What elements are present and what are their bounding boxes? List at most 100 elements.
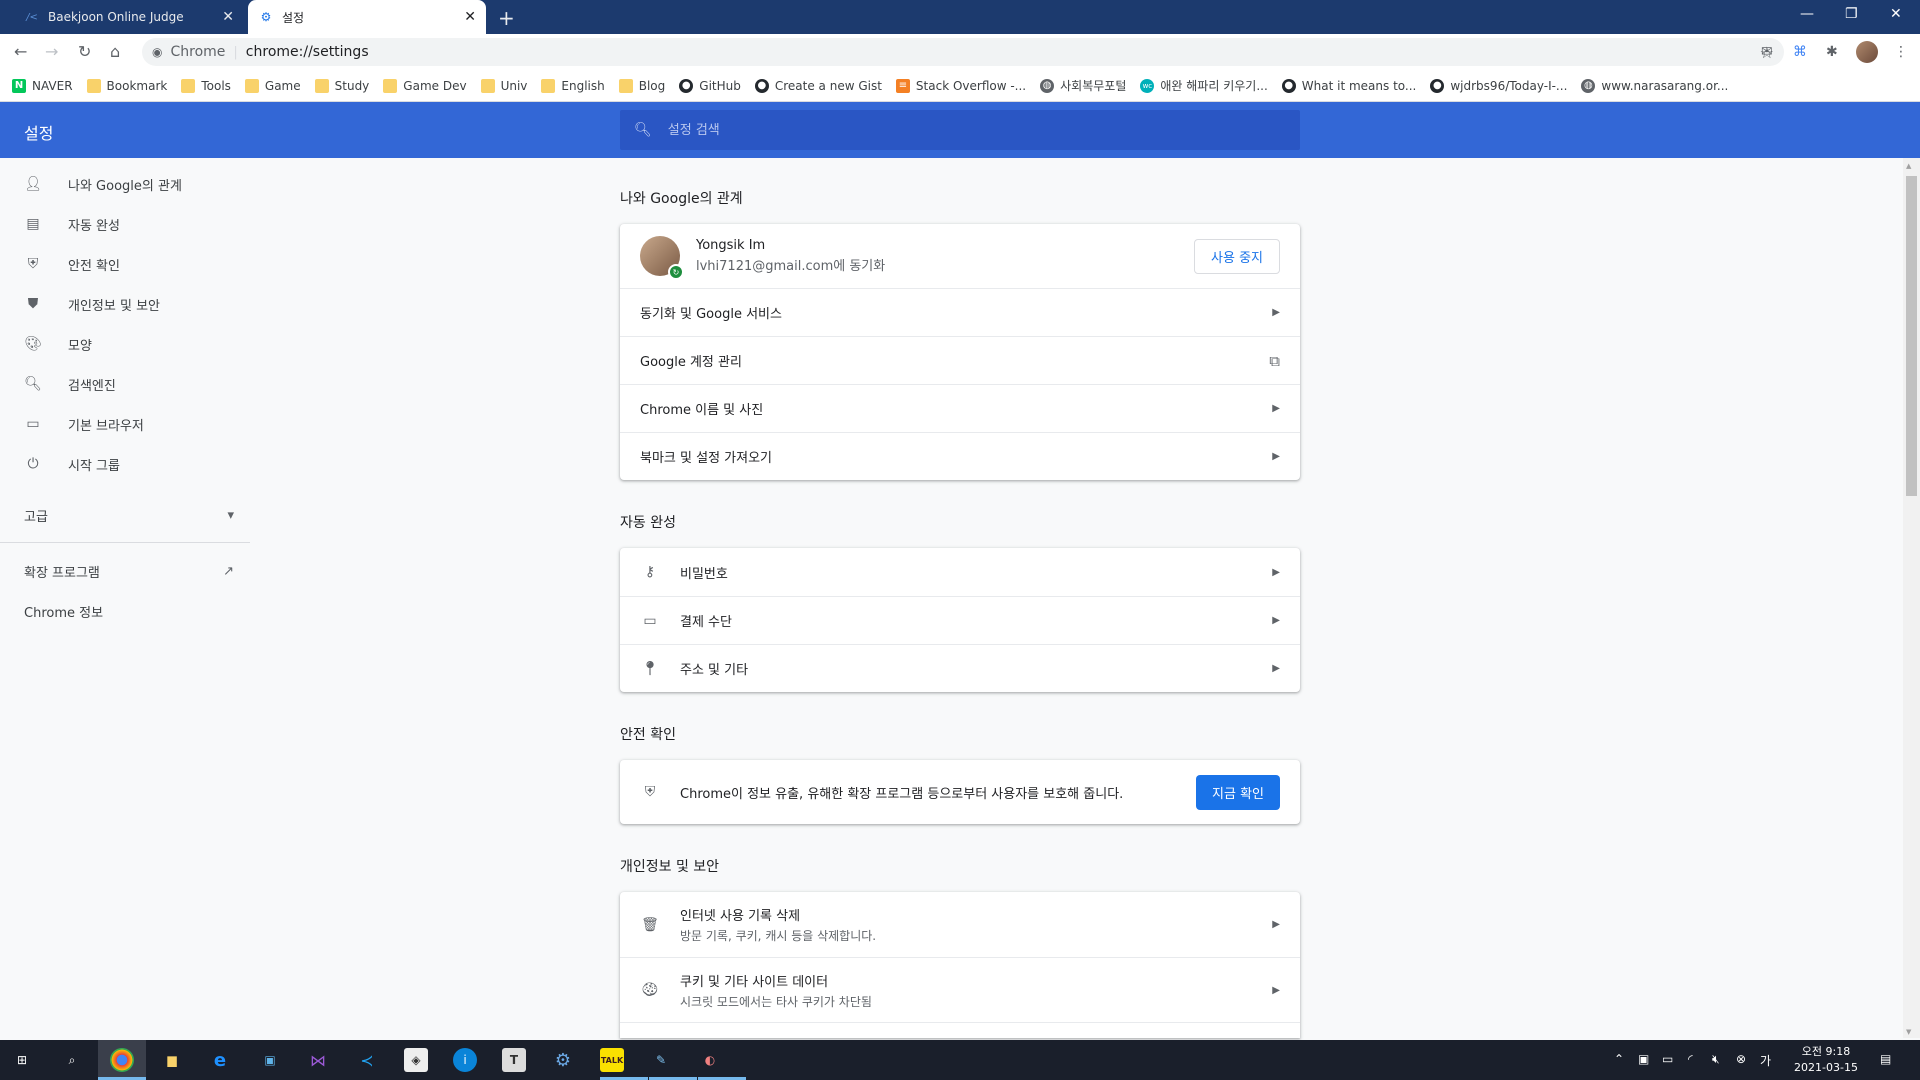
omnibox[interactable]: ◉ Chrome | chrome://settings ☆	[142, 38, 1784, 66]
bookmark-item[interactable]: ◍ www.narasarang.or...	[1581, 78, 1728, 93]
payment-methods-row[interactable]: ▭ 결제 수단 ▶	[620, 596, 1300, 644]
next-privacy-row[interactable]	[620, 1022, 1300, 1038]
url-text[interactable]: chrome://settings	[246, 44, 369, 60]
search-icon[interactable]: ⌕	[60, 1048, 84, 1072]
chrome-secure-icon[interactable]: ◉	[152, 45, 162, 59]
bookmark-label: Game Dev	[403, 78, 467, 93]
translate-icon[interactable]: ⌘	[1793, 44, 1807, 60]
close-circle-icon[interactable]: ⊗	[1736, 1052, 1746, 1066]
puzzle-icon[interactable]: ✱	[1826, 44, 1838, 60]
bookmark-label: Study	[334, 78, 370, 93]
folder-icon	[244, 78, 259, 93]
check-now-button[interactable]: 지금 확인	[1196, 774, 1280, 810]
tab-settings[interactable]: ⚙ 설정 ✕	[248, 0, 486, 34]
bookmark-item[interactable]: Bookmark	[86, 78, 167, 93]
visual-studio-icon[interactable]: ⋈	[306, 1048, 330, 1072]
computer-icon[interactable]: ▣	[258, 1048, 282, 1072]
photo-app-icon[interactable]: ◐	[698, 1048, 722, 1072]
bookmark-item[interactable]: ● What it means to...	[1281, 78, 1416, 93]
notification-icon[interactable]: ▤	[1880, 1052, 1891, 1066]
restore-icon[interactable]: ❐	[1845, 6, 1858, 22]
sidebar-item-privacy[interactable]: ⛊ 개인정보 및 보안	[24, 286, 244, 322]
passwords-row[interactable]: ⚷ 비밀번호 ▶	[620, 548, 1300, 596]
sidebar-item-default-browser[interactable]: ▭ 기본 브라우저	[24, 406, 244, 442]
close-icon[interactable]: ✕	[464, 9, 476, 25]
scroll-down-icon[interactable]: ▼	[1906, 1028, 1911, 1036]
row-label: 주소 및 기타	[680, 663, 749, 678]
paint-icon[interactable]: ✎	[649, 1048, 673, 1072]
sidebar-about-chrome[interactable]: Chrome 정보	[24, 602, 234, 621]
cookies-row[interactable]: 🍪︎ 쿠키 및 기타 사이트 데이터 시크릿 모드에서는 타사 쿠키가 차단됨 …	[620, 957, 1300, 1022]
tray-chevron-icon[interactable]: ⌃	[1614, 1052, 1624, 1066]
reload-icon[interactable]: ↻	[78, 42, 91, 61]
sidebar-item-safety[interactable]: ⛨ 안전 확인	[24, 246, 244, 282]
mail-icon[interactable]: ✉	[1761, 44, 1773, 60]
globe-icon: ◍	[1581, 78, 1596, 93]
sync-services-row[interactable]: 동기화 및 Google 서비스 ▶	[620, 288, 1300, 336]
chrome-name-picture-row[interactable]: Chrome 이름 및 사진 ▶	[620, 384, 1300, 432]
close-icon[interactable]: ✕	[222, 9, 234, 25]
chrome-taskbar-icon[interactable]	[110, 1048, 134, 1072]
bookmark-item[interactable]: English	[541, 78, 605, 93]
bookmark-item[interactable]: ≡ Stack Overflow -...	[895, 78, 1026, 93]
sidebar-item-label: 개인정보 및 보안	[68, 298, 160, 314]
you-google-card: ↻ Yongsik Im lvhi7121@gmail.com에 동기화 사용 …	[620, 224, 1300, 480]
minimize-icon[interactable]: —	[1800, 6, 1814, 22]
settings-search[interactable]: 🔍︎	[620, 110, 1300, 150]
palette-icon: 🎨︎	[24, 336, 42, 352]
bookmark-item[interactable]: ● Create a new Gist	[754, 78, 882, 93]
bookmark-item[interactable]: Blog	[618, 78, 665, 93]
bookmark-item[interactable]: N NAVER	[12, 78, 73, 93]
volume-muted-icon[interactable]: 🔇︎	[1712, 1052, 1720, 1067]
vscode-icon[interactable]: ≺	[355, 1048, 379, 1072]
sidebar-item-autofill[interactable]: ▤ 자동 완성	[24, 206, 244, 242]
back-arrow-icon[interactable]: ←	[14, 42, 27, 61]
turn-off-sync-button[interactable]: 사용 중지	[1194, 238, 1280, 274]
home-icon[interactable]: ⌂	[110, 42, 120, 61]
kakaotalk-icon[interactable]: TALK	[600, 1048, 624, 1072]
windows-start-icon[interactable]: ⊞	[10, 1048, 34, 1072]
sidebar-item-search-engine[interactable]: 🔍︎ 검색엔진	[24, 366, 244, 402]
bookmark-item[interactable]: ● wjdrbs96/Today-I-...	[1430, 78, 1567, 93]
sidebar-item-appearance[interactable]: 🎨︎ 모양	[24, 326, 244, 362]
bookmark-item[interactable]: Game	[244, 78, 301, 93]
sidebar-item-you-google[interactable]: 👤︎ 나와 Google의 관계	[24, 166, 244, 202]
profile-avatar[interactable]	[1856, 41, 1878, 63]
manage-account-row[interactable]: Google 계정 관리 ⧉	[620, 336, 1300, 384]
scrollbar-thumb[interactable]	[1906, 176, 1917, 496]
new-tab-button[interactable]: +	[498, 6, 515, 30]
scroll-up-icon[interactable]: ▲	[1906, 162, 1911, 170]
search-input[interactable]	[667, 122, 1268, 138]
gear-app-icon[interactable]: ⚙	[551, 1048, 575, 1072]
bookmark-item[interactable]: Game Dev	[383, 78, 467, 93]
battery-icon[interactable]: ▭	[1662, 1052, 1673, 1066]
clear-browsing-data-row[interactable]: 🗑︎ 인터넷 사용 기록 삭제 방문 기록, 쿠키, 캐시 등을 삭제합니다. …	[620, 892, 1300, 957]
bookmark-item[interactable]: wc 애완 해파리 키우기...	[1140, 77, 1268, 94]
taskbar-clock[interactable]: 오전 9:18 2021-03-15	[1786, 1044, 1866, 1076]
forward-arrow-icon[interactable]: →	[45, 42, 58, 61]
typora-icon[interactable]: T	[502, 1048, 526, 1072]
bookmark-item[interactable]: ◍ 사회복무포털	[1040, 77, 1126, 94]
wifi-icon[interactable]: ◜	[1688, 1052, 1693, 1066]
bookmark-item[interactable]: Tools	[181, 78, 231, 93]
advanced-label: 고급	[24, 510, 48, 525]
bulb-app-icon[interactable]: ⅰ	[453, 1048, 477, 1072]
ime-icon[interactable]: 가	[1760, 1052, 1771, 1069]
sidebar-item-startup[interactable]: ⏻ 시작 그룹	[24, 446, 244, 482]
window-close-icon[interactable]: ✕	[1890, 6, 1902, 22]
bookmark-item[interactable]: Univ	[480, 78, 527, 93]
addresses-row[interactable]: 📍︎ 주소 및 기타 ▶	[620, 644, 1300, 692]
tab-baekjoon[interactable]: /< Baekjoon Online Judge ✕	[14, 0, 244, 34]
import-bookmarks-row[interactable]: 북마크 및 설정 가져오기 ▶	[620, 432, 1300, 480]
unity-icon[interactable]: ◈	[404, 1048, 428, 1072]
folder-icon	[541, 78, 556, 93]
bookmark-item[interactable]: ● GitHub	[679, 78, 741, 93]
bookmark-item[interactable]: Study	[314, 78, 370, 93]
sidebar-extensions[interactable]: 확장 프로그램 ↗	[24, 562, 234, 581]
file-explorer-icon[interactable]: ▆	[160, 1048, 184, 1072]
edge-icon[interactable]: e	[208, 1048, 232, 1072]
sidebar-advanced[interactable]: 고급 ▾	[24, 506, 234, 525]
menu-dots-icon[interactable]: ⋮	[1894, 44, 1908, 60]
row-label: Chrome 이름 및 사진	[640, 403, 764, 418]
meet-icon[interactable]: ▣	[1638, 1052, 1649, 1066]
